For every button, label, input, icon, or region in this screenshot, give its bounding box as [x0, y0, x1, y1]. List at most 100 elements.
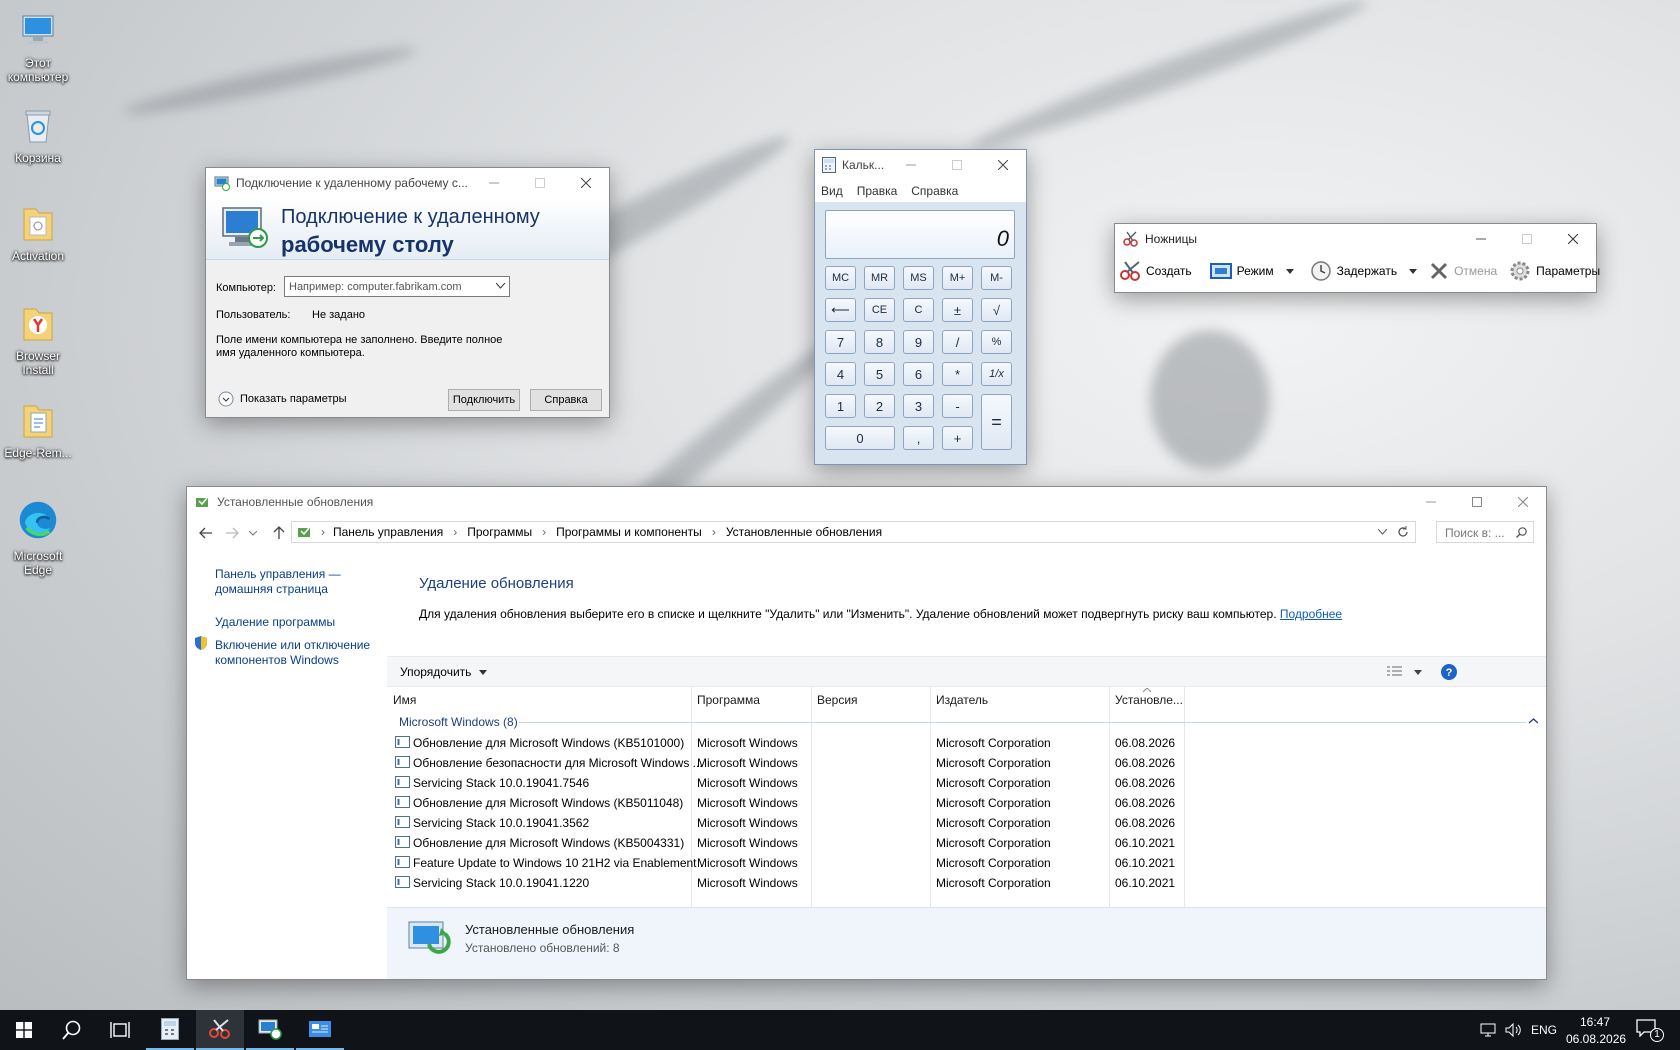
desktop-icon-this-pc[interactable]: Этот компьютер: [0, 10, 76, 84]
calc-titlebar[interactable]: Кальк...: [815, 150, 1026, 180]
chevron-down-icon[interactable]: [496, 283, 505, 289]
view-options-chevron-icon[interactable]: [1414, 670, 1422, 675]
calc-key-6[interactable]: 6: [903, 362, 934, 386]
breadcrumb-programs-features[interactable]: Программы и компоненты: [556, 525, 702, 539]
snip-mode-button[interactable]: Режим: [1209, 262, 1294, 280]
minimize-icon[interactable]: [888, 150, 934, 180]
desktop-icon-activation[interactable]: Activation: [0, 203, 76, 263]
taskbar-app-remote-desktop[interactable]: [246, 1010, 294, 1050]
taskbar-app-snipping-tool[interactable]: [196, 1010, 244, 1050]
address-bar[interactable]: › Панель управления › Программы › Програ…: [291, 521, 1416, 543]
snip-titlebar[interactable]: Ножницы: [1115, 224, 1596, 254]
language-indicator[interactable]: ENG: [1531, 1023, 1557, 1037]
calc-key-mminus[interactable]: M-: [981, 266, 1012, 290]
help-icon[interactable]: ?: [1440, 663, 1458, 681]
network-icon[interactable]: [1480, 1023, 1498, 1037]
calc-key-plusminus[interactable]: ±: [942, 298, 973, 322]
table-row[interactable]: Servicing Stack 10.0.19041.3562 Microsoft…: [387, 813, 1546, 832]
calc-key-0[interactable]: 0: [825, 426, 895, 450]
calc-key-mr[interactable]: MR: [864, 266, 895, 290]
close-icon[interactable]: [980, 150, 1026, 180]
close-icon[interactable]: [1500, 487, 1546, 517]
table-row[interactable]: Feature Update to Windows 10 21H2 via En…: [387, 853, 1546, 872]
calc-key-7[interactable]: 7: [825, 330, 856, 354]
desktop-icon-edge-remove[interactable]: Edge-Rem...: [0, 400, 76, 460]
search-button[interactable]: [48, 1010, 96, 1050]
calc-key-ms[interactable]: MS: [903, 266, 934, 290]
action-center-button[interactable]: 1: [1636, 1019, 1664, 1043]
recent-chevron-icon[interactable]: [249, 531, 257, 536]
calc-key-c[interactable]: C: [903, 298, 934, 322]
breadcrumb-installed-updates[interactable]: Установленные обновления: [726, 525, 882, 539]
up-arrow-icon[interactable]: [273, 526, 285, 540]
close-icon[interactable]: [563, 168, 609, 198]
calc-key-3[interactable]: 3: [903, 394, 934, 418]
rdp-connect-button[interactable]: Подключить: [448, 389, 520, 411]
calc-key-4[interactable]: 4: [825, 362, 856, 386]
maximize-icon[interactable]: [1454, 487, 1500, 517]
taskbar-app-calculator[interactable]: [146, 1010, 194, 1050]
calc-key-2[interactable]: 2: [864, 394, 895, 418]
minimize-icon[interactable]: [471, 168, 517, 198]
search-box[interactable]: Поиск в: ...: [1436, 521, 1534, 543]
calc-key-decimal[interactable]: ,: [903, 426, 934, 450]
address-dropdown-icon[interactable]: [1378, 529, 1387, 535]
calc-key-sqrt[interactable]: √: [981, 298, 1012, 322]
calc-key-add[interactable]: +: [942, 426, 973, 450]
calc-key-equals[interactable]: =: [981, 394, 1012, 450]
taskbar-app-control-panel[interactable]: [296, 1010, 344, 1050]
rdp-help-button[interactable]: Справка: [530, 389, 602, 411]
snip-new-button[interactable]: Создать: [1119, 260, 1192, 282]
rdp-titlebar[interactable]: Подключение к удаленному рабочему с...: [206, 168, 609, 198]
calc-key-ce[interactable]: CE: [864, 298, 895, 322]
calc-menu-edit[interactable]: Правка: [857, 184, 898, 198]
calc-key-reciprocal[interactable]: 1/x: [981, 362, 1012, 386]
more-info-link[interactable]: Подробнее: [1280, 607, 1342, 621]
updates-titlebar[interactable]: Установленные обновления: [187, 487, 1546, 517]
table-row[interactable]: Обновление для Microsoft Windows (KB5004…: [387, 833, 1546, 852]
sidebar-link-windows-features[interactable]: Включение или отключение компонентов Win…: [215, 638, 380, 668]
calc-key-subtract[interactable]: -: [942, 394, 973, 418]
view-details-icon[interactable]: [1387, 666, 1403, 678]
clock-date[interactable]: 06.08.2026: [1566, 1032, 1626, 1046]
table-row[interactable]: Servicing Stack 10.0.19041.1220 Microsoft…: [387, 873, 1546, 892]
snip-options-button[interactable]: Параметры: [1509, 260, 1600, 282]
calc-key-9[interactable]: 9: [903, 330, 934, 354]
calc-key-8[interactable]: 8: [864, 330, 895, 354]
chevron-down-icon[interactable]: [1285, 268, 1294, 274]
minimize-icon[interactable]: [1408, 487, 1454, 517]
table-row[interactable]: Обновление для Microsoft Windows (KB5101…: [387, 733, 1546, 752]
minimize-icon[interactable]: [1458, 224, 1504, 254]
chevron-down-icon[interactable]: [1409, 268, 1418, 274]
sidebar-link-home[interactable]: Панель управления — домашняя страница: [215, 567, 350, 597]
desktop-icon-edge[interactable]: Microsoft Edge: [0, 495, 76, 577]
task-view-button[interactable]: [96, 1010, 144, 1050]
refresh-icon[interactable]: [1397, 526, 1409, 538]
calc-key-5[interactable]: 5: [864, 362, 895, 386]
calc-key-percent[interactable]: %: [981, 330, 1012, 354]
desktop-icon-recycle-bin[interactable]: Корзина: [0, 105, 76, 165]
rdp-show-options[interactable]: Показать параметры: [218, 391, 347, 407]
calc-key-divide[interactable]: /: [942, 330, 973, 354]
back-arrow-icon[interactable]: [199, 527, 213, 539]
organize-button[interactable]: Упорядочить: [400, 665, 488, 679]
breadcrumb-control-panel[interactable]: Панель управления: [333, 525, 443, 539]
start-button[interactable]: [0, 1010, 48, 1050]
column-header-name[interactable]: Имя: [393, 687, 416, 713]
rdp-computer-combobox[interactable]: Например: computer.fabrikam.com: [284, 276, 510, 297]
desktop-icon-browser-install[interactable]: Browser Install: [0, 303, 76, 377]
table-row[interactable]: Обновление безопасности для Microsoft Wi…: [387, 753, 1546, 772]
column-header-version[interactable]: Версия: [817, 687, 858, 713]
calc-key-mplus[interactable]: M+: [942, 266, 973, 290]
calc-key-backspace[interactable]: ⟵: [825, 298, 856, 322]
group-header[interactable]: Microsoft Windows (8): [387, 713, 1546, 731]
close-icon[interactable]: [1550, 224, 1596, 254]
clock-time[interactable]: 16:47: [1580, 1015, 1610, 1029]
snip-delay-button[interactable]: Задержать: [1310, 260, 1418, 282]
table-row[interactable]: Servicing Stack 10.0.19041.7546 Microsoft…: [387, 773, 1546, 792]
calc-key-multiply[interactable]: *: [942, 362, 973, 386]
collapse-chevron-icon[interactable]: [1529, 718, 1538, 724]
column-header-program[interactable]: Программа: [697, 687, 760, 713]
sidebar-link-uninstall[interactable]: Удаление программы: [215, 615, 335, 629]
volume-icon[interactable]: [1505, 1023, 1521, 1037]
